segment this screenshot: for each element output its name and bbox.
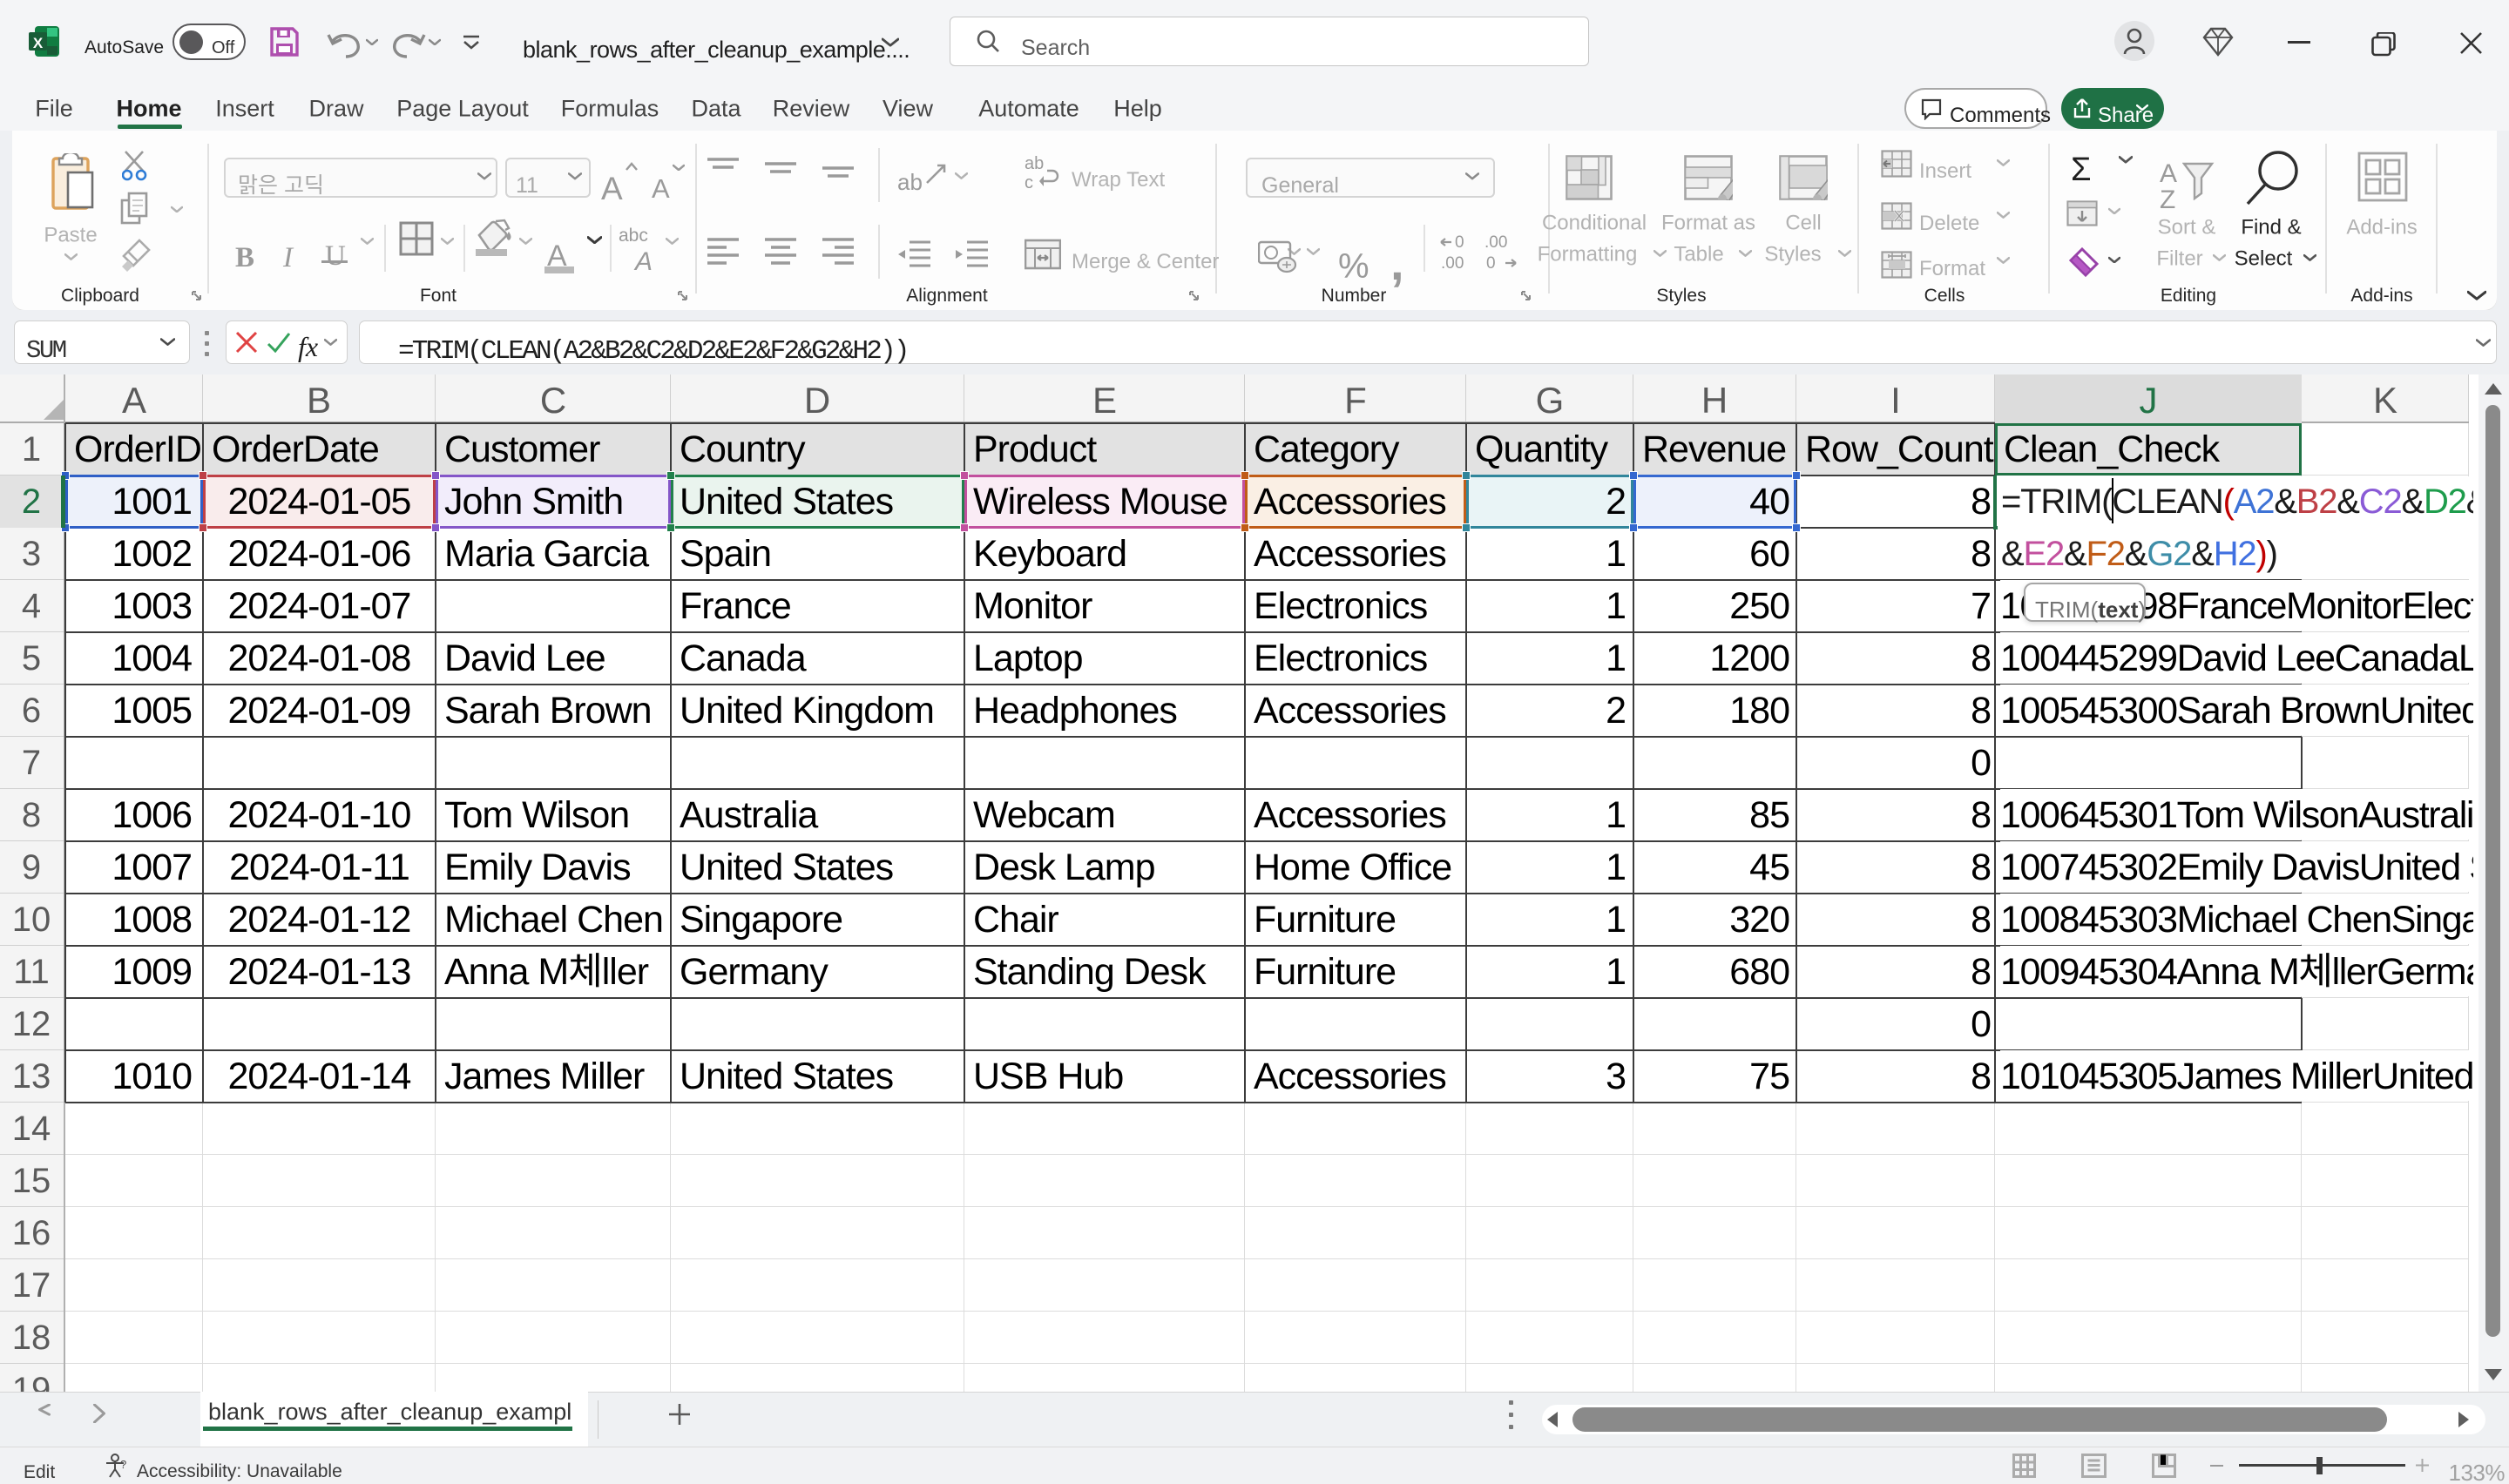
svg-text:.00: .00	[1441, 254, 1464, 273]
svg-text:X: X	[33, 35, 44, 51]
svg-text:0: 0	[1486, 254, 1496, 273]
svg-text:0: 0	[1455, 233, 1464, 252]
svg-text:.00: .00	[1484, 233, 1507, 252]
svg-text:c: c	[1025, 173, 1033, 190]
svg-text:?: ?	[120, 1458, 126, 1471]
svg-text:ab: ab	[1025, 155, 1044, 173]
